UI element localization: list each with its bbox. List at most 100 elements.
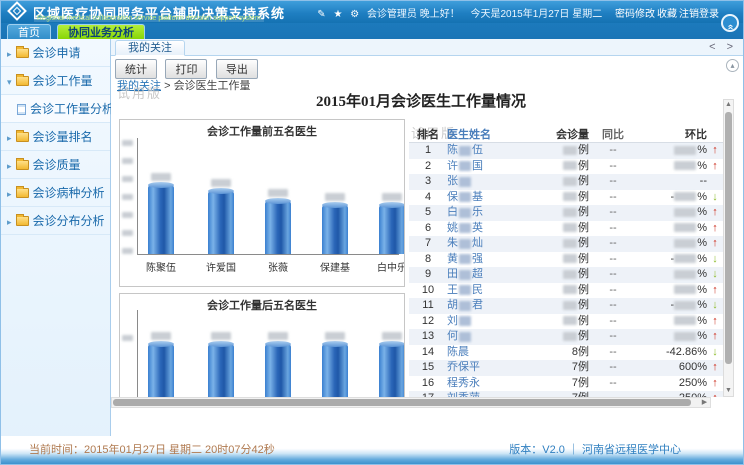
pencil-icon[interactable]: ✎ (317, 9, 325, 20)
horizontal-scrollbar[interactable]: ▶ (111, 397, 711, 408)
mom-cell: % (637, 314, 707, 330)
bar-label: 白中乐 (362, 259, 405, 274)
table-row: 6姚英例--%↑ (409, 221, 723, 237)
censored-bar-value (382, 193, 402, 201)
censored-name-char (459, 146, 471, 156)
scroll-down-button[interactable]: ▼ (724, 386, 733, 396)
folder-icon (16, 216, 29, 226)
bar-top5-4 (379, 205, 405, 254)
rank-cell: 12 (409, 314, 447, 330)
censored-volume (563, 254, 577, 263)
nav-tab-0[interactable]: 首页 (7, 24, 51, 40)
header-link-2[interactable]: 注销登录 (679, 9, 719, 20)
table-vertical-scrollbar[interactable]: ▲ ▼ (723, 99, 734, 397)
mom-cell: 600% (637, 360, 707, 376)
rank-cell: 9 (409, 267, 447, 283)
bar-label: 陈聚伍 (131, 259, 191, 274)
censored-bar-value (325, 193, 345, 201)
header-link-1[interactable]: 收藏 (657, 9, 677, 20)
header-link-0[interactable]: 密码修改 (615, 9, 655, 20)
sidebar-item-5[interactable]: ▸会诊分布分析 (1, 207, 110, 235)
table-row: 3张例---- (409, 174, 723, 190)
horizontal-scroll-thumb[interactable] (113, 399, 691, 406)
chart-top5-panel: 会诊工作量前五名医生 陈聚伍许爱国张薇保建基白中乐 (119, 119, 405, 287)
tab-my-focus[interactable]: 我的关注 (115, 40, 185, 56)
print-button[interactable]: 打印 (165, 59, 207, 79)
bar-top5-1 (208, 191, 234, 254)
censored-volume (563, 177, 577, 186)
trend-up-icon: ↑ (707, 236, 723, 252)
doctor-name-link[interactable]: 保基 (447, 190, 527, 206)
doctor-name-link[interactable]: 乔保平 (447, 360, 527, 376)
doctor-name-link[interactable]: 许国 (447, 159, 527, 175)
org-name: 河南省远程医学中心 (582, 444, 681, 456)
censored-bar-value (211, 332, 231, 340)
scroll-right-button[interactable]: ▶ (699, 398, 710, 407)
volume-cell: 7例 (527, 376, 589, 392)
trend-up-icon: ↑ (707, 376, 723, 392)
table-row: 11胡君例---%↓ (409, 298, 723, 314)
volume-cell: 例 (527, 298, 589, 314)
sidebar-item-4[interactable]: ▸会诊病种分析 (1, 179, 110, 207)
doctor-name-link[interactable]: 白乐 (447, 205, 527, 221)
chart-bottom5-panel: 会诊工作量后五名医生 (119, 293, 405, 405)
column-header: 排名 (409, 127, 447, 143)
rank-cell: 11 (409, 298, 447, 314)
doctor-name-link[interactable]: 姚英 (447, 221, 527, 237)
footer-version-area: 版本：V2.0 ｜ 河南省远程医学中心 (509, 441, 681, 457)
doctor-name-link[interactable]: 陈伍 (447, 143, 527, 159)
doctor-name-link[interactable]: 何 (447, 329, 527, 345)
doctor-name-link[interactable]: 田超 (447, 267, 527, 283)
scroll-up-button[interactable]: ▲ (724, 100, 733, 110)
sidebar-item-2[interactable]: ▸会诊量排名 (1, 123, 110, 151)
nav-tab-1[interactable]: 协同业务分析 (57, 24, 145, 40)
mom-cell: -% (637, 298, 707, 314)
censored-percent (674, 270, 696, 279)
sidebar-item-1[interactable]: ▾会诊工作量 (1, 67, 110, 95)
column-header: 医生姓名 (447, 127, 527, 143)
doctor-name-link[interactable]: 王民 (447, 283, 527, 299)
export-button[interactable]: 导出 (216, 59, 258, 79)
gear-icon[interactable]: ⚙ (350, 9, 359, 20)
doctor-name-link[interactable]: 朱灿 (447, 236, 527, 252)
doctor-name-link[interactable]: 胡君 (447, 298, 527, 314)
yoy-cell: -- (589, 314, 637, 330)
doctor-name-link[interactable]: 张 (447, 174, 527, 190)
tab-scroll-arrows[interactable]: < > (709, 41, 737, 53)
panel-collapse-button[interactable]: ▴ (726, 59, 739, 72)
rank-cell: 5 (409, 205, 447, 221)
sidebar-item-0[interactable]: ▸会诊申请 (1, 39, 110, 67)
censored-bar-value (325, 332, 345, 340)
censored-ytick (122, 230, 133, 236)
app-window: 区域医疗协同服务平台辅助决策支持系统 Regional medical coll… (0, 0, 744, 465)
doctor-name-link[interactable]: 程秀永 (447, 376, 527, 392)
nav-tab-row: 首页协同业务分析 (1, 23, 744, 39)
vertical-scroll-thumb[interactable] (725, 112, 732, 364)
volume-cell: 7例 (527, 360, 589, 376)
yoy-cell: -- (589, 329, 637, 345)
censored-name-char (459, 223, 471, 233)
yoy-cell: -- (589, 345, 637, 361)
doctor-name-link[interactable]: 刘 (447, 314, 527, 330)
trend-up-icon: ↑ (707, 159, 723, 175)
bar-bottom5-4 (379, 344, 405, 405)
date-info: 今天是2015年1月27日 星期二 (471, 9, 603, 20)
rank-cell: 1 (409, 143, 447, 159)
table-row: 10王民例--%↑ (409, 283, 723, 299)
doctor-name-link[interactable]: 黄强 (447, 252, 527, 268)
sidebar-subitem-1-0[interactable]: 会诊工作量分析 (1, 95, 110, 123)
folder-icon (16, 188, 29, 198)
bar-label: 保建基 (305, 259, 365, 274)
stat-button[interactable]: 统计 (115, 59, 157, 79)
sidebar-menu: ▸会诊申请▾会诊工作量会诊工作量分析▸会诊量排名▸会诊质量▸会诊病种分析▸会诊分… (1, 39, 110, 235)
version-label: 版本：V2.0 (509, 444, 565, 456)
table-row: 13何例--%↑ (409, 329, 723, 345)
censored-name-char (459, 301, 471, 311)
sidebar-item-3[interactable]: ▸会诊质量 (1, 151, 110, 179)
doctor-name-link[interactable]: 陈晨 (447, 345, 527, 361)
y-axis (137, 138, 138, 255)
star-icon[interactable]: ★ (333, 9, 342, 20)
censored-percent (674, 223, 696, 232)
document-icon (17, 104, 26, 115)
header-collapse-button[interactable]: « (721, 14, 739, 32)
